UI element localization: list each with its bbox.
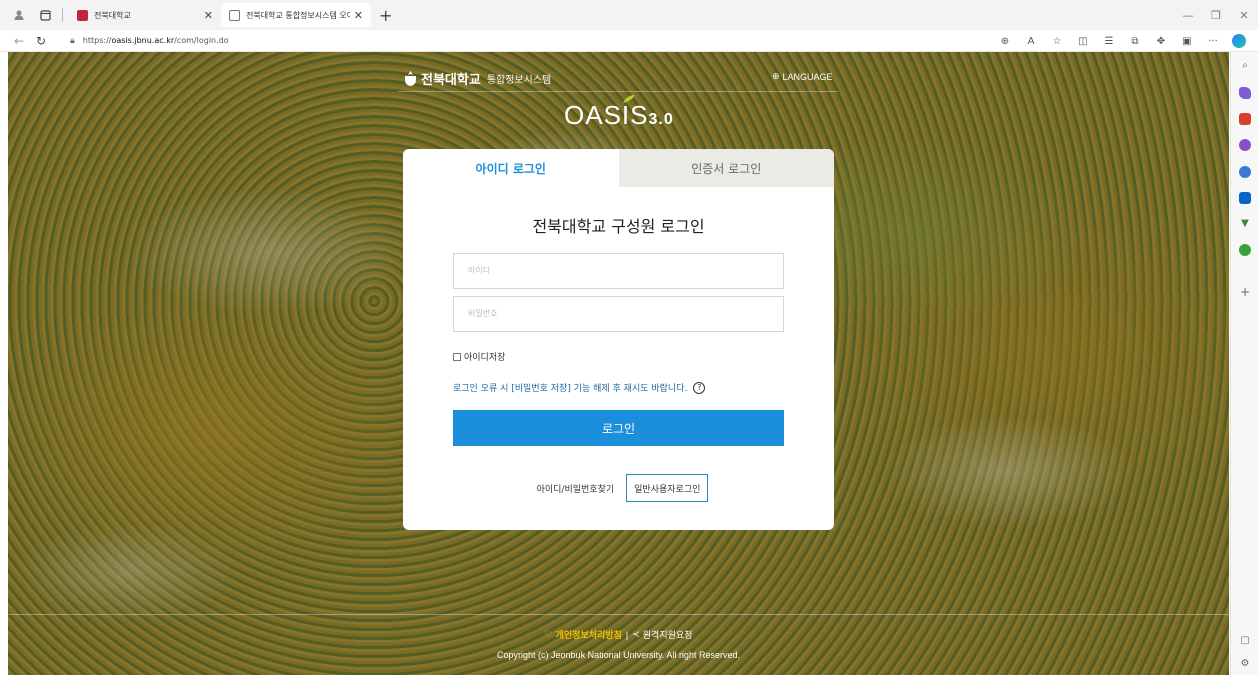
save-id-checkbox[interactable]: 아이디저장 xyxy=(453,350,505,363)
favorite-star-icon[interactable]: ☆ xyxy=(1044,36,1070,47)
lock-icon: 🔒︎ xyxy=(70,35,75,46)
shield-icon: ♡ xyxy=(544,629,553,639)
privacy-policy-link[interactable]: 개인정보처리방침 xyxy=(556,628,622,641)
restore-icon[interactable]: ❐ xyxy=(1202,9,1230,22)
url-field[interactable]: 🔒︎ https://oasis.jbnu.ac.kr/com/login.do xyxy=(70,36,229,46)
logo-version: 3.0 xyxy=(648,111,674,128)
split-screen-icon[interactable]: ◫ xyxy=(1070,36,1096,47)
browser-essentials-icon[interactable]: ▣ xyxy=(1174,36,1200,47)
tab-id-login[interactable]: 아이디 로그인 xyxy=(403,149,619,187)
tab-title: 전북대학교 xyxy=(94,10,131,20)
more-menu-icon[interactable]: ··· xyxy=(1200,36,1226,47)
tab-jbnu[interactable]: 전북대학교 ✕ xyxy=(69,3,221,27)
collections-icon[interactable]: ⧉ xyxy=(1122,36,1148,47)
id-input[interactable]: 아이디 xyxy=(453,253,784,289)
close-window-icon[interactable]: ✕ xyxy=(1230,9,1258,22)
globe-icon: ⊕ xyxy=(772,71,780,81)
close-tab-icon[interactable]: ✕ xyxy=(204,9,213,22)
login-notice: 로그인 오류 시 [비밀번호 저장] 기능 해제 후 재시도 바랍니다. ? xyxy=(453,381,706,394)
jbnu-favicon-icon xyxy=(77,9,88,21)
password-input[interactable]: 비밀번호 xyxy=(453,296,784,332)
logo-leaf-icon xyxy=(623,95,635,103)
hide-sidebar-icon[interactable]: ▢ xyxy=(1239,635,1251,647)
browser-tab-bar: 전북대학교 ✕ 전북대학교 통합정보시스템 오아 ✕ + — ❐ ✕ xyxy=(0,0,1258,30)
footer-links: ♡ 개인정보처리방침 | ≺ 원격지원요청 xyxy=(8,628,1229,641)
login-tabs: 아이디 로그인 인증서 로그인 xyxy=(403,149,834,187)
logo-name: OASIS xyxy=(564,100,649,130)
tab-actions-icon[interactable] xyxy=(38,8,52,22)
find-id-password-button[interactable]: 아이디/비밀번호찾기 xyxy=(529,474,623,502)
copyright-text: Copyright (c) Jeonbuk National Universit… xyxy=(497,650,740,660)
notice-text: 로그인 오류 시 [비밀번호 저장] 기능 해제 후 재시도 바랍니다. xyxy=(453,384,688,394)
language-button[interactable]: ⊕ LANGUAGE xyxy=(772,71,833,82)
new-tab-icon[interactable]: + xyxy=(379,6,392,25)
browser-sidebar: ⌕ ▼ + ▢ ⚙ xyxy=(1230,52,1258,675)
secondary-actions: 아이디/비밀번호찾기 일반사용자로그인 xyxy=(403,474,834,502)
login-card: 아이디 로그인 인증서 로그인 전북대학교 구성원 로그인 아이디 비밀번호 아… xyxy=(403,149,834,530)
back-icon[interactable]: ← xyxy=(8,34,30,48)
tab-oasis[interactable]: 전북대학교 통합정보시스템 오아 ✕ xyxy=(221,3,371,27)
address-bar: ← ↻ 🔒︎ https://oasis.jbnu.ac.kr/com/logi… xyxy=(0,30,1258,52)
tools-icon[interactable] xyxy=(1239,113,1251,125)
remote-support-link[interactable]: 원격지원요청 xyxy=(643,628,693,641)
login-title: 전북대학교 구성원 로그인 xyxy=(532,217,705,236)
close-tab-icon[interactable]: ✕ xyxy=(354,9,363,22)
login-page: 전북대학교 통합정보시스템 ⊕ LANGUAGE OASIS3.0 아이디 로그… xyxy=(8,52,1229,675)
minimize-icon[interactable]: — xyxy=(1174,9,1202,22)
address-toolbar: ⊕ A ☆ ◫ ☰ ⧉ ✥ ▣ ··· xyxy=(992,30,1246,52)
shopping-icon[interactable] xyxy=(1239,87,1251,99)
checkbox-icon[interactable] xyxy=(453,352,461,361)
search-icon[interactable]: ⌕ xyxy=(1239,60,1251,72)
reload-icon[interactable]: ↻ xyxy=(30,34,52,48)
outlook-icon[interactable] xyxy=(1239,192,1251,204)
tree-icon[interactable] xyxy=(1239,244,1251,256)
university-name: 전북대학교 xyxy=(421,72,481,87)
save-id-label: 아이디저장 xyxy=(464,353,506,363)
microsoft365-icon[interactable] xyxy=(1239,166,1251,178)
url-prefix: https:// xyxy=(82,36,112,45)
page-favicon-icon xyxy=(229,9,240,21)
favorites-icon[interactable]: ☰ xyxy=(1096,36,1122,47)
read-aloud-icon[interactable]: A xyxy=(1018,36,1044,47)
footer-separator: | xyxy=(625,629,629,640)
tab-title: 전북대학교 통합정보시스템 오아 xyxy=(246,10,350,20)
login-button[interactable]: 로그인 xyxy=(453,410,784,446)
general-user-login-button[interactable]: 일반사용자로그인 xyxy=(626,474,709,502)
language-label: LANGUAGE xyxy=(782,71,833,82)
tab-separator xyxy=(62,8,63,22)
zoom-icon[interactable]: ⊕ xyxy=(992,36,1018,47)
university-header[interactable]: 전북대학교 통합정보시스템 xyxy=(404,69,551,88)
footer-divider xyxy=(8,614,1229,615)
university-emblem-icon xyxy=(405,71,416,86)
add-sidebar-icon[interactable]: + xyxy=(1239,286,1251,298)
copilot-icon[interactable] xyxy=(1232,34,1246,48)
url-host: oasis.jbnu.ac.kr xyxy=(111,36,175,45)
tab-certificate-login[interactable]: 인증서 로그인 xyxy=(618,149,834,187)
help-icon[interactable]: ? xyxy=(693,381,706,394)
system-name: 통합정보시스템 xyxy=(486,75,552,86)
profile-icon[interactable] xyxy=(12,8,26,22)
header-divider xyxy=(398,91,838,92)
drop-icon[interactable]: ▼ xyxy=(1239,218,1251,230)
extensions-icon[interactable]: ✥ xyxy=(1148,36,1174,47)
share-icon: ≺ xyxy=(632,629,640,639)
oasis-logo: OASIS3.0 xyxy=(564,95,674,131)
settings-icon[interactable]: ⚙ xyxy=(1239,658,1251,670)
url-path: /com/login.do xyxy=(174,36,229,45)
games-icon[interactable] xyxy=(1239,139,1251,151)
window-controls: — ❐ ✕ xyxy=(1174,0,1258,30)
